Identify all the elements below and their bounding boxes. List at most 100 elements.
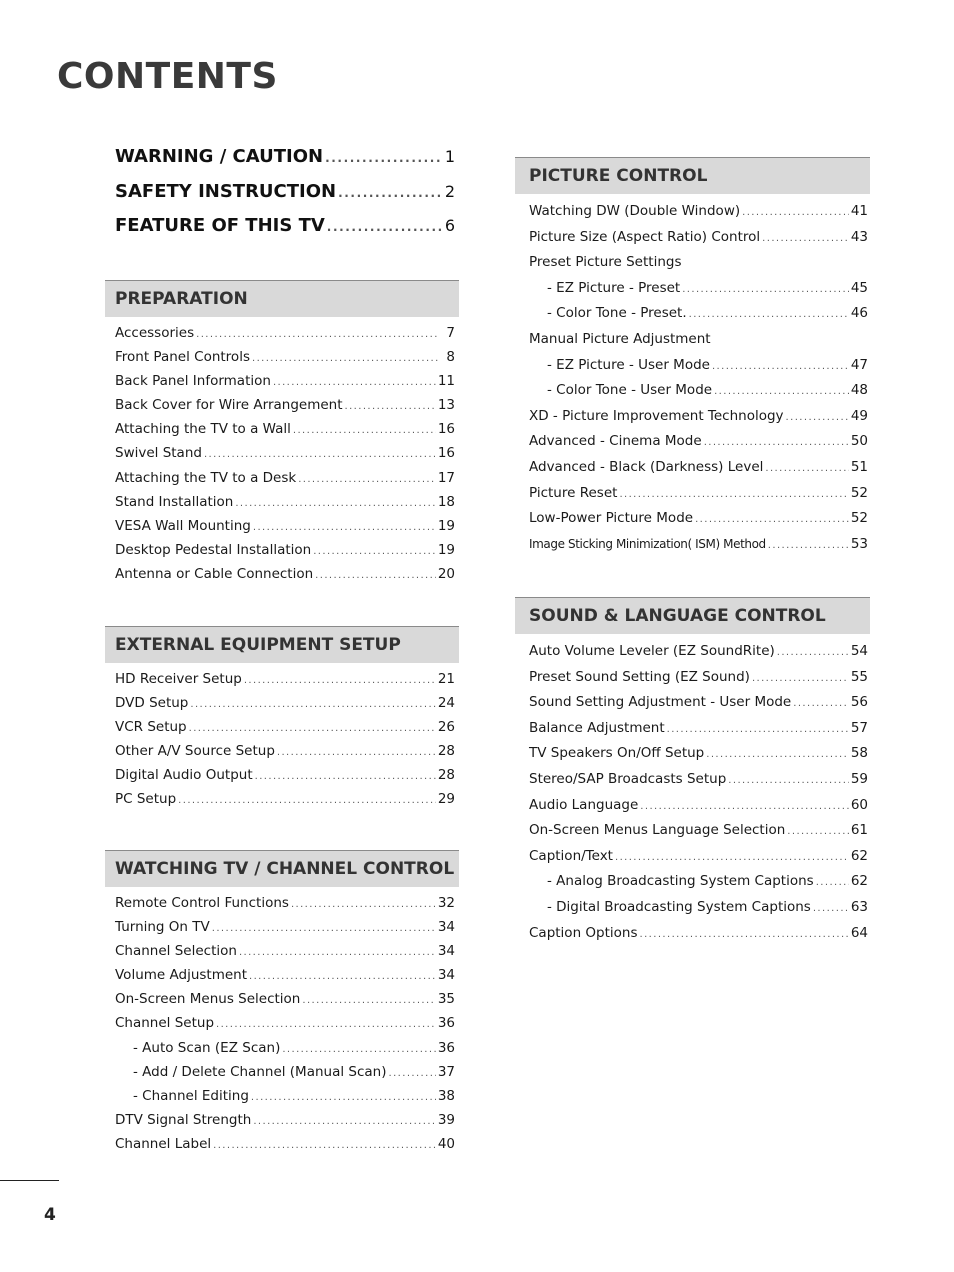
- leader-dots: [239, 947, 436, 958]
- entry-page: 24: [437, 695, 455, 712]
- entry-label: HD Receiver Setup: [115, 671, 242, 687]
- toc-entry[interactable]: Watching DW (Double Window) 41: [529, 203, 868, 229]
- toc-entry[interactable]: Manual Picture Adjustment: [529, 331, 868, 357]
- toc-entry[interactable]: Accessories 7: [115, 325, 455, 349]
- toc-entry[interactable]: Remote Control Functions 32: [115, 895, 455, 919]
- toc-entry[interactable]: Sound Setting Adjustment - User Mode 56: [529, 694, 868, 720]
- toc-entry[interactable]: Swivel Stand 16: [115, 445, 455, 469]
- entry-label: - Channel Editing: [133, 1087, 249, 1104]
- leader-dots: [345, 401, 436, 412]
- entry-page: 16: [437, 445, 455, 462]
- toc-entry[interactable]: Advanced - Cinema Mode 50: [529, 433, 868, 459]
- toc-entry[interactable]: Channel Setup 36: [115, 1015, 455, 1039]
- toc-entry[interactable]: Low-Power Picture Mode 52: [529, 510, 868, 536]
- toc-entry[interactable]: XD - Picture Improvement Technology 49: [529, 408, 868, 434]
- leader-dots: [315, 570, 436, 581]
- toc-entry[interactable]: Picture Size (Aspect Ratio) Control 43: [529, 229, 868, 255]
- toc-entry[interactable]: Caption/Text 62: [529, 848, 868, 874]
- entry-page: 55: [850, 668, 868, 685]
- leader-dots: [213, 1140, 436, 1151]
- entry-page: 45: [850, 279, 868, 296]
- toc-entry[interactable]: Volume Adjustment 34: [115, 967, 455, 991]
- entry-label: Stand Installation: [115, 493, 234, 510]
- toc-entry[interactable]: Desktop Pedestal Installation 19: [115, 542, 455, 566]
- entry-page: 8: [446, 349, 455, 366]
- leader-dots: [742, 207, 849, 218]
- toc-entry[interactable]: Advanced - Black (Darkness) Level 51: [529, 459, 868, 485]
- toc-entry[interactable]: Audio Language 60: [529, 797, 868, 823]
- toc-entry[interactable]: Back Panel Information 11: [115, 373, 455, 397]
- toc-entry[interactable]: - Analog Broadcasting System Captions 62: [529, 873, 868, 899]
- toc-entry[interactable]: Back Cover for Wire Arrangement 13: [115, 397, 455, 421]
- toc-entry[interactable]: Image Sticking Minimization( ISM) Method…: [529, 536, 868, 562]
- toc-entry[interactable]: Stereo/SAP Broadcasts Setup 59: [529, 771, 868, 797]
- toc-entry[interactable]: Balance Adjustment 57: [529, 720, 868, 746]
- toc-entry-safety-instruction[interactable]: SAFETY INSTRUCTION 2: [115, 181, 455, 216]
- toc-entry[interactable]: On-Screen Menus Selection 35: [115, 991, 455, 1015]
- entry-label: - EZ Picture - User Mode: [547, 356, 710, 373]
- toc-entry[interactable]: DTV Signal Strength 39: [115, 1112, 455, 1136]
- toc-entry[interactable]: VESA Wall Mounting 19: [115, 518, 455, 542]
- leader-dots: [251, 1092, 436, 1103]
- toc-entry[interactable]: TV Speakers On/Off Setup 58: [529, 745, 868, 771]
- toc-entry[interactable]: - Digital Broadcasting System Captions 63: [529, 899, 868, 925]
- leader-dots: [762, 233, 849, 244]
- section-items: HD Receiver Setup 21 DVD Setup 24 VCR Setup 2…: [105, 671, 459, 816]
- toc-entry[interactable]: Stand Installation 18: [115, 494, 455, 518]
- toc-entry-warning-caution[interactable]: WARNING / CAUTION 1: [115, 146, 455, 181]
- leader-dots: [768, 540, 849, 551]
- leader-dots: [204, 449, 436, 460]
- entry-page: 37: [437, 1063, 455, 1080]
- entry-page: 53: [850, 535, 868, 552]
- entry-page: 48: [850, 382, 868, 399]
- toc-entry[interactable]: PC Setup 29: [115, 791, 455, 815]
- toc-entry[interactable]: Turning On TV 34: [115, 919, 455, 943]
- toc-entry[interactable]: - Auto Scan (EZ Scan) 36: [115, 1040, 455, 1064]
- section-header: EXTERNAL EQUIPMENT SETUP: [105, 626, 459, 663]
- toc-entry[interactable]: Auto Volume Leveler (EZ SoundRite) 54: [529, 643, 868, 669]
- toc-entry-feature-of-this-tv[interactable]: FEATURE OF THIS TV 6: [115, 215, 455, 250]
- toc-entry[interactable]: - Add / Delete Channel (Manual Scan) 37: [115, 1064, 455, 1088]
- toc-entry[interactable]: - EZ Picture - User Mode 47: [529, 357, 868, 383]
- toc-entry[interactable]: HD Receiver Setup 21: [115, 671, 455, 695]
- toc-entry[interactable]: VCR Setup 26: [115, 719, 455, 743]
- toc-entry[interactable]: Antenna or Cable Connection 20: [115, 566, 455, 590]
- toc-entry[interactable]: Preset Sound Setting (EZ Sound) 55: [529, 669, 868, 695]
- entry-label: Low-Power Picture Mode: [529, 510, 694, 527]
- toc-entry[interactable]: - Channel Editing 38: [115, 1088, 455, 1112]
- entry-page: 19: [437, 541, 455, 558]
- section-external-equipment-setup: EXTERNAL EQUIPMENT SETUP HD Receiver Set…: [105, 626, 459, 816]
- toc-entry[interactable]: DVD Setup 24: [115, 695, 455, 719]
- toc-entry[interactable]: - EZ Picture - Preset 45: [529, 280, 868, 306]
- toc-entry[interactable]: Attaching the TV to a Wall 16: [115, 421, 455, 445]
- toc-entry[interactable]: Front Panel Controls 8: [115, 349, 455, 373]
- toc-entry[interactable]: Channel Label 40: [115, 1136, 455, 1160]
- section-items: Accessories 7 Front Panel Controls 8 Back Pa…: [105, 325, 459, 590]
- entry-page: 28: [437, 767, 455, 784]
- section-items: Watching DW (Double Window) 41 Picture Siz…: [515, 203, 870, 561]
- entry-label: Manual Picture Adjustment: [529, 330, 711, 347]
- leader-dots: [178, 795, 436, 806]
- toc-entry[interactable]: Other A/V Source Setup 28: [115, 743, 455, 767]
- toc-entry[interactable]: Digital Audio Output 28: [115, 767, 455, 791]
- toc-entry[interactable]: - Color Tone - User Mode 48: [529, 382, 868, 408]
- entry-page: 46: [850, 305, 868, 322]
- entry-page: 6: [444, 216, 455, 235]
- entry-page: 38: [437, 1087, 455, 1104]
- toc-entry[interactable]: Picture Reset 52: [529, 485, 868, 511]
- toc-entry[interactable]: - Color Tone - Preset. 46: [529, 305, 868, 331]
- entry-page: 63: [850, 898, 868, 915]
- entry-label: Watching DW (Double Window): [529, 203, 741, 219]
- entry-label: Back Panel Information: [115, 373, 271, 390]
- toc-entry[interactable]: Preset Picture Settings: [529, 254, 868, 280]
- entry-label: DVD Setup: [115, 695, 189, 712]
- leader-dots: [816, 877, 849, 888]
- toc-entry[interactable]: Caption Options 64: [529, 925, 868, 951]
- entry-label: Channel Selection: [115, 943, 237, 960]
- toc-entry[interactable]: Channel Selection 34: [115, 943, 455, 967]
- entry-page: 60: [850, 796, 868, 813]
- entry-label: Advanced - Black (Darkness) Level: [529, 458, 764, 475]
- entry-label: On-Screen Menus Selection: [115, 991, 301, 1008]
- toc-entry[interactable]: Attaching the TV to a Desk 17: [115, 470, 455, 494]
- toc-entry[interactable]: On-Screen Menus Language Selection 61: [529, 822, 868, 848]
